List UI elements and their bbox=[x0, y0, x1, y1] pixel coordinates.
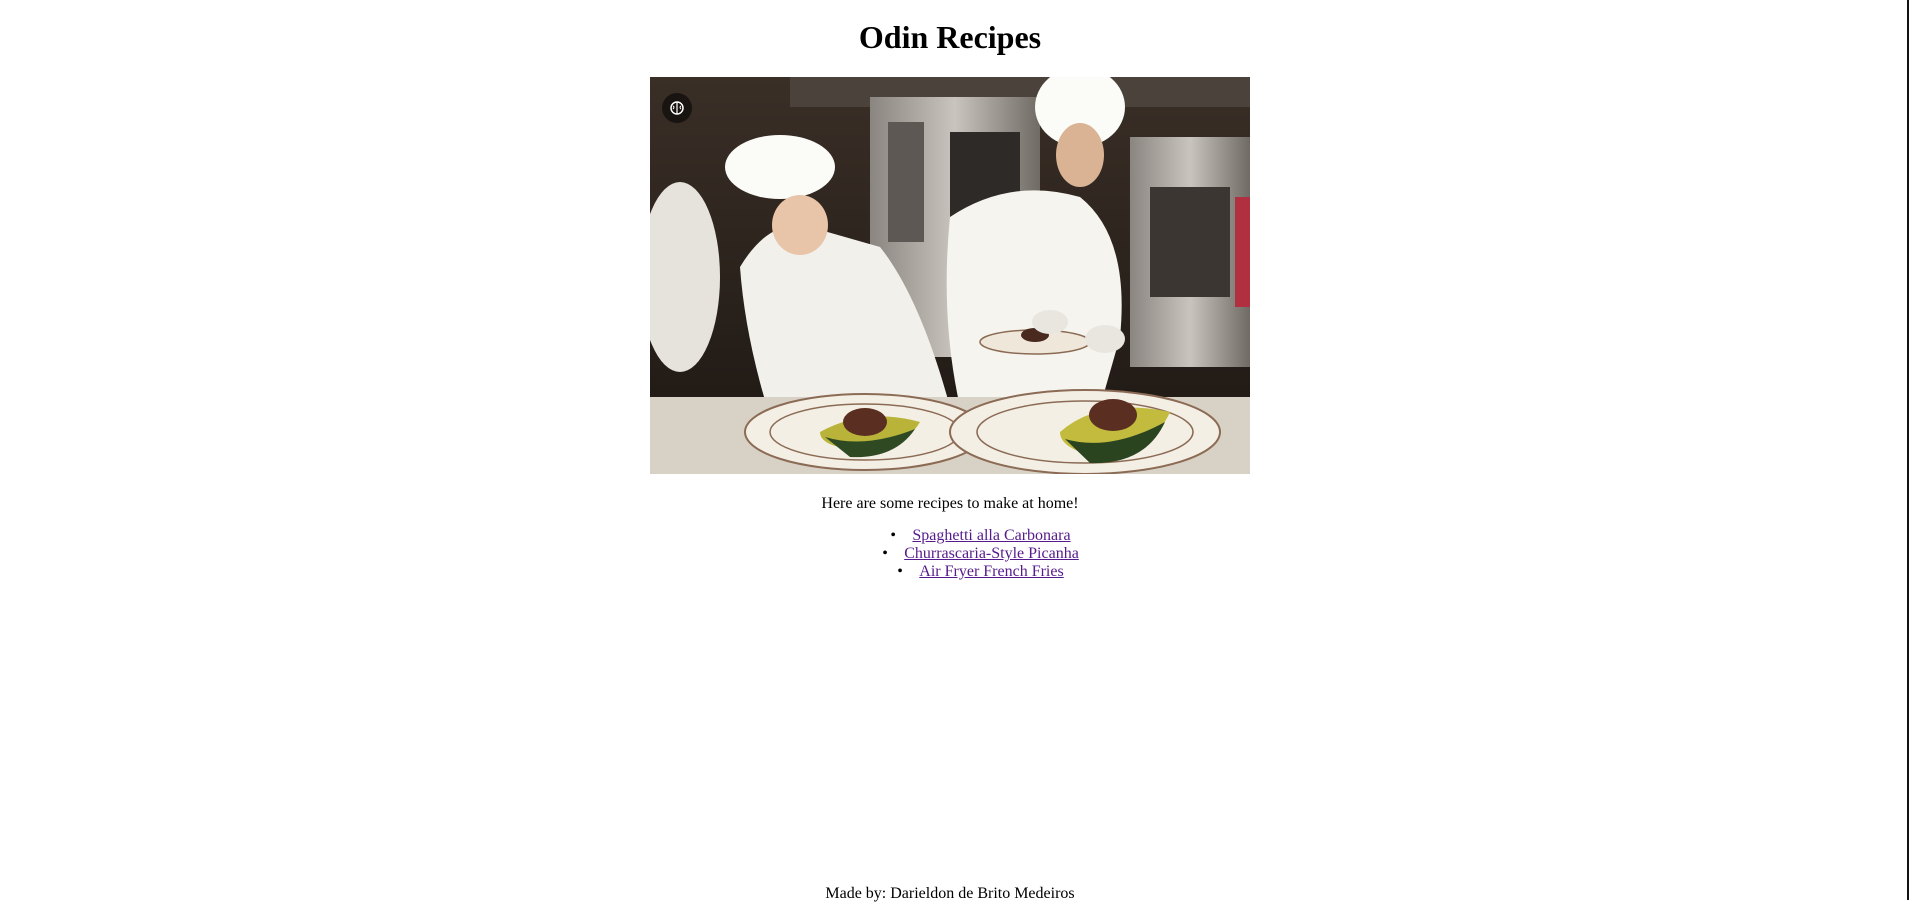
footer-credit: Made by: Darieldon de Brito Medeiros bbox=[825, 885, 1075, 902]
bullet-icon: • bbox=[890, 527, 897, 544]
intro-text: Here are some recipes to make at home! bbox=[821, 495, 1079, 512]
hero-image bbox=[650, 77, 1250, 474]
page-title: Odin Recipes bbox=[858, 19, 1042, 55]
list-item: • Air Fryer French Fries bbox=[0, 563, 1909, 581]
recipe-link-picanha[interactable]: Churrascaria-Style Picanha bbox=[904, 545, 1079, 562]
bullet-icon: • bbox=[897, 563, 903, 580]
chefs-kitchen-illustration bbox=[650, 77, 1250, 474]
recipe-list: • Spaghetti alla Carbonara • Churrascaria-… bbox=[0, 527, 1909, 581]
list-item: • Spaghetti alla Carbonara bbox=[0, 527, 1909, 545]
brain-icon[interactable] bbox=[662, 93, 692, 123]
bullet-icon: • bbox=[882, 545, 888, 562]
list-item: • Churrascaria-Style Picanha bbox=[0, 545, 1909, 563]
recipe-link-carbonara[interactable]: Spaghetti alla Carbonara bbox=[912, 527, 1070, 544]
recipe-link-french-fries[interactable]: Air Fryer French Fries bbox=[919, 563, 1063, 580]
